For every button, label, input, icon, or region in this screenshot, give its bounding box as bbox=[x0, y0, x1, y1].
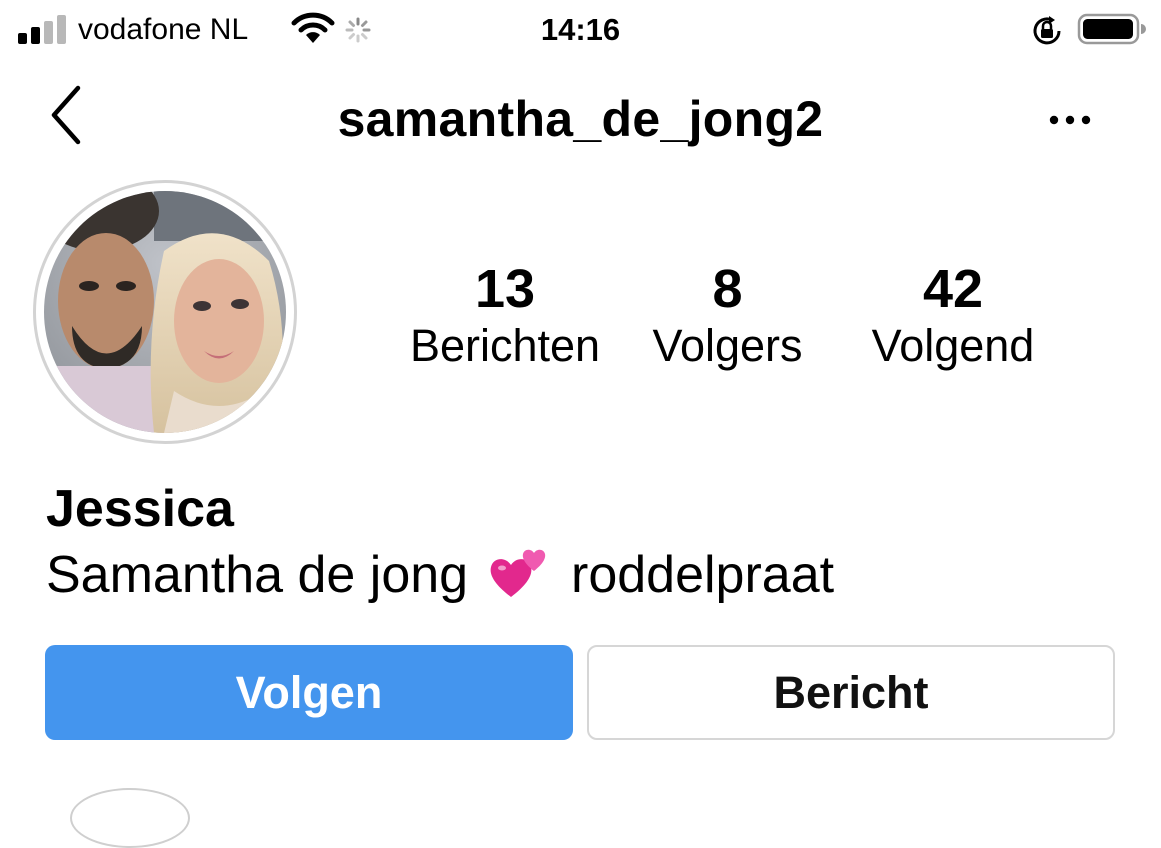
posts-label: Berichten bbox=[409, 320, 601, 371]
status-bar: vodafone NL 14:16 bbox=[0, 0, 1161, 60]
followers-label: Volgers bbox=[652, 320, 803, 371]
two-hearts-icon bbox=[490, 549, 545, 598]
display-name: Jessica bbox=[46, 480, 234, 538]
posts-count: 13 bbox=[474, 259, 536, 319]
bio-text-end: roddelpraat bbox=[571, 546, 835, 604]
following-label: Volgend bbox=[871, 320, 1035, 371]
message-button[interactable]: Bericht bbox=[587, 645, 1115, 740]
ellipsis-icon[interactable] bbox=[1045, 108, 1095, 132]
bio-text-start: Samantha de jong bbox=[46, 546, 469, 604]
follow-button[interactable]: Volgen bbox=[45, 645, 573, 740]
orientation-lock-icon bbox=[1033, 16, 1061, 45]
battery-icon bbox=[1077, 13, 1146, 45]
story-highlight[interactable] bbox=[70, 788, 190, 848]
status-time: 14:16 bbox=[540, 12, 621, 47]
avatar[interactable] bbox=[44, 191, 286, 433]
followers-count: 8 bbox=[712, 259, 743, 319]
stat-followers[interactable]: 8 Volgers bbox=[625, 258, 830, 374]
following-count: 42 bbox=[922, 259, 984, 319]
profile-username: samantha_de_jong2 bbox=[337, 91, 824, 147]
stat-following[interactable]: 42 Volgend bbox=[848, 258, 1058, 374]
bio: Samantha de jong roddelpraat bbox=[46, 544, 834, 607]
stat-posts[interactable]: 13 Berichten bbox=[395, 258, 615, 374]
